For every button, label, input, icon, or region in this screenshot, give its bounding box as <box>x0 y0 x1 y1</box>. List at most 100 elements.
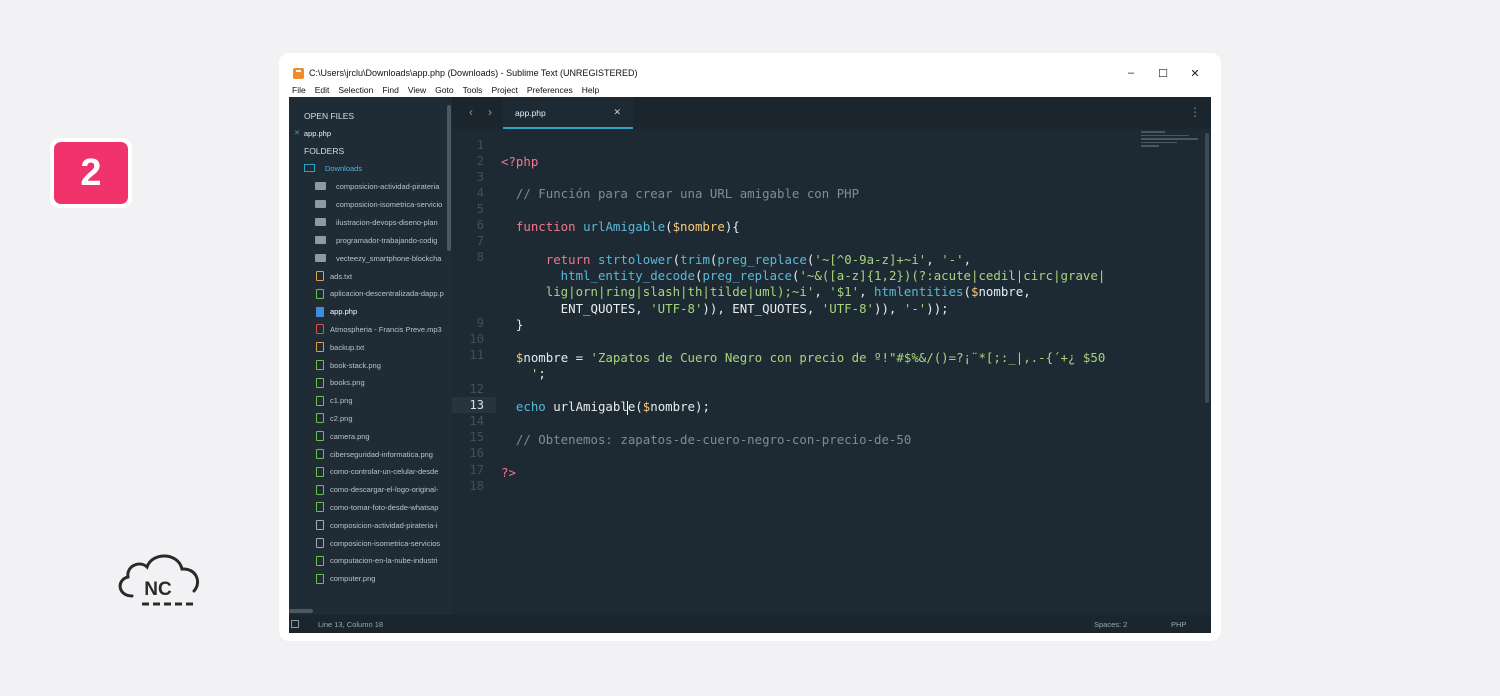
code-line[interactable]: '; <box>501 366 546 382</box>
code-token: ){ <box>724 219 740 234</box>
code-token: '~[^0-9a-z]+~i' <box>814 252 927 267</box>
sidebar-folder-item[interactable]: composicion-actividad-pirateria <box>315 179 439 193</box>
code-line[interactable]: echo urlAmigable($nombre); <box>501 399 710 415</box>
minimize-button[interactable]: – <box>1115 63 1147 83</box>
sidebar-hscrollbar[interactable] <box>289 609 313 613</box>
sidebar-folder-item[interactable]: composicion-isometrica-servicio <box>315 197 442 211</box>
sidebar-folder-item[interactable]: ilustracion-devops-diseno-plan <box>315 215 438 229</box>
minimap[interactable] <box>1141 131 1201 161</box>
menu-goto[interactable]: Goto <box>435 85 453 95</box>
code-line[interactable]: } <box>501 317 523 333</box>
line-number: 3 <box>476 170 484 184</box>
sidebar-file-item[interactable]: como-controlar-un-celular-desde <box>316 465 438 479</box>
code-token: strtolower <box>597 252 673 267</box>
sidebar-file-item[interactable]: books.png <box>316 376 365 390</box>
code-token: } <box>501 317 524 332</box>
menu-selection[interactable]: Selection <box>338 85 373 95</box>
sidebar-file-item[interactable]: c1.png <box>316 394 353 408</box>
code-token: urlAmigabl <box>553 399 628 414</box>
tab-close-icon[interactable]: ✕ <box>613 107 621 118</box>
sublime-window: C:\Users\jrclu\Downloads\app.php (Downlo… <box>289 63 1211 633</box>
code-line[interactable]: <?php <box>501 154 538 170</box>
sidebar-file-item[interactable]: backup.txt <box>316 340 364 354</box>
sidebar-file-item[interactable]: app.php <box>316 305 357 319</box>
sidebar-file-item[interactable]: composicion-actividad-pirateria-i <box>316 518 438 532</box>
close-button[interactable]: ✕ <box>1179 63 1211 83</box>
code-line[interactable]: html_entity_decode(preg_replace('~&([a-z… <box>501 268 1106 284</box>
sidebar-file-item[interactable]: computer.png <box>316 572 375 586</box>
editor-scrollbar[interactable] <box>1205 133 1209 403</box>
menu-view[interactable]: View <box>408 85 426 95</box>
panel-toggle-icon[interactable] <box>291 620 299 628</box>
line-number: 7 <box>476 234 484 248</box>
code-line[interactable]: // Función para crear una URL amigable c… <box>501 186 859 202</box>
menu-help[interactable]: Help <box>582 85 599 95</box>
sidebar-file-label: ciberseguridad-informatica.png <box>330 449 433 459</box>
code-line[interactable]: ?> <box>501 465 516 481</box>
cursor-position[interactable]: Line 13, Column 18 <box>318 620 383 629</box>
folder-icon <box>315 182 326 190</box>
menu-find[interactable]: Find <box>382 85 399 95</box>
folder-downloads[interactable]: Downloads <box>304 161 362 175</box>
img-file-icon <box>316 288 324 299</box>
maximize-button[interactable]: ☐ <box>1147 63 1179 83</box>
more-options-icon[interactable]: ⋮ <box>1189 105 1201 119</box>
step-badge-frame: 2 <box>50 138 132 208</box>
menu-project[interactable]: Project <box>491 85 517 95</box>
sidebar-file-item[interactable]: ads.txt <box>316 269 352 283</box>
code-token: 'Zapatos de Cuero Negro con precio de º!… <box>590 350 1106 365</box>
tab-app-php[interactable]: app.php ✕ <box>503 97 633 129</box>
img-file-icon <box>316 466 324 477</box>
sidebar-file-item[interactable]: book-stack.png <box>316 358 381 372</box>
syntax-mode[interactable]: PHP <box>1171 620 1186 629</box>
img-file-icon <box>316 431 324 442</box>
sidebar-file-label: computacion-en-la-nube-industri <box>330 556 438 566</box>
code-line[interactable]: $nombre = 'Zapatos de Cuero Negro con pr… <box>501 350 1105 366</box>
code-editor[interactable]: 1 2 3 4 5 6 7 8 9 10 11 12 13 14 15 16 17 18 <?php // Fun… <box>452 129 1211 615</box>
step-badge: 2 <box>54 142 128 204</box>
code-line[interactable]: // Obtenemos: zapatos-de-cuero-negro-con… <box>501 432 911 448</box>
sidebar-file-item[interactable]: ciberseguridad-informatica.png <box>316 447 433 461</box>
code-line[interactable]: function urlAmigable($nombre){ <box>501 219 740 235</box>
code-token: )); <box>926 301 949 316</box>
sidebar-file-item[interactable]: como-tomar-foto-desde-whatsap <box>316 500 438 514</box>
folders-header: FOLDERS <box>304 146 345 156</box>
code-line[interactable]: lig|orn|ring|slash|th|tilde|uml);~i', '$… <box>501 284 1031 300</box>
code-line[interactable]: return strtolower(trim(preg_replace('~[^… <box>501 252 971 268</box>
code-token: '-' <box>941 252 964 267</box>
code-token: <?php <box>501 154 539 169</box>
code-token: nombre <box>523 350 569 365</box>
nav-forward-icon[interactable]: › <box>488 105 492 119</box>
indentation-setting[interactable]: Spaces: 2 <box>1094 620 1127 629</box>
menu-edit[interactable]: Edit <box>315 85 330 95</box>
sidebar-file-item[interactable]: aplicacion-descentralizada-dapp.p <box>316 287 444 301</box>
code-token: $ <box>501 350 524 365</box>
menu-preferences[interactable]: Preferences <box>527 85 573 95</box>
menu-file[interactable]: File <box>292 85 306 95</box>
code-line[interactable]: ENT_QUOTES, 'UTF-8')), ENT_QUOTES, 'UTF-… <box>501 301 949 317</box>
line-number: 8 <box>476 250 484 264</box>
menu-tools[interactable]: Tools <box>463 85 483 95</box>
tab-label: app.php <box>515 108 546 118</box>
sidebar-file-item[interactable]: como-descargar-el-logo-original- <box>316 483 438 497</box>
line-number: 17 <box>469 463 484 477</box>
sidebar-file-item[interactable]: c2.png <box>316 411 353 425</box>
img-file-icon <box>316 377 324 388</box>
line-gutter: 1 2 3 4 5 6 7 8 9 10 11 12 13 14 15 16 17 18 <box>452 129 496 615</box>
sidebar-folder-item[interactable]: programador-trabajando-codig <box>315 233 437 247</box>
sidebar-scrollbar[interactable] <box>447 105 451 251</box>
img-file-icon <box>316 555 324 566</box>
code-token: trim <box>680 252 710 267</box>
close-file-icon[interactable]: ✕ <box>294 129 300 137</box>
open-file-item[interactable]: ✕ app.php <box>294 126 331 140</box>
nav-back-icon[interactable]: ‹ <box>469 105 473 119</box>
sidebar-folder-item[interactable]: vecteezy_smartphone-blockcha <box>315 251 441 265</box>
sidebar-file-item[interactable]: computacion-en-la-nube-industri <box>316 554 438 568</box>
txt-file-icon <box>316 342 324 353</box>
code-token: ( <box>635 399 643 414</box>
sidebar-file-item[interactable]: Atmospheria - Francis Preve.mp3 <box>316 322 442 336</box>
sidebar-file-item[interactable]: composicion-isometrica-servicios <box>316 536 440 550</box>
code-token: , <box>635 301 651 316</box>
logo-text: NC <box>144 579 172 600</box>
sidebar-file-item[interactable]: camera.png <box>316 429 370 443</box>
